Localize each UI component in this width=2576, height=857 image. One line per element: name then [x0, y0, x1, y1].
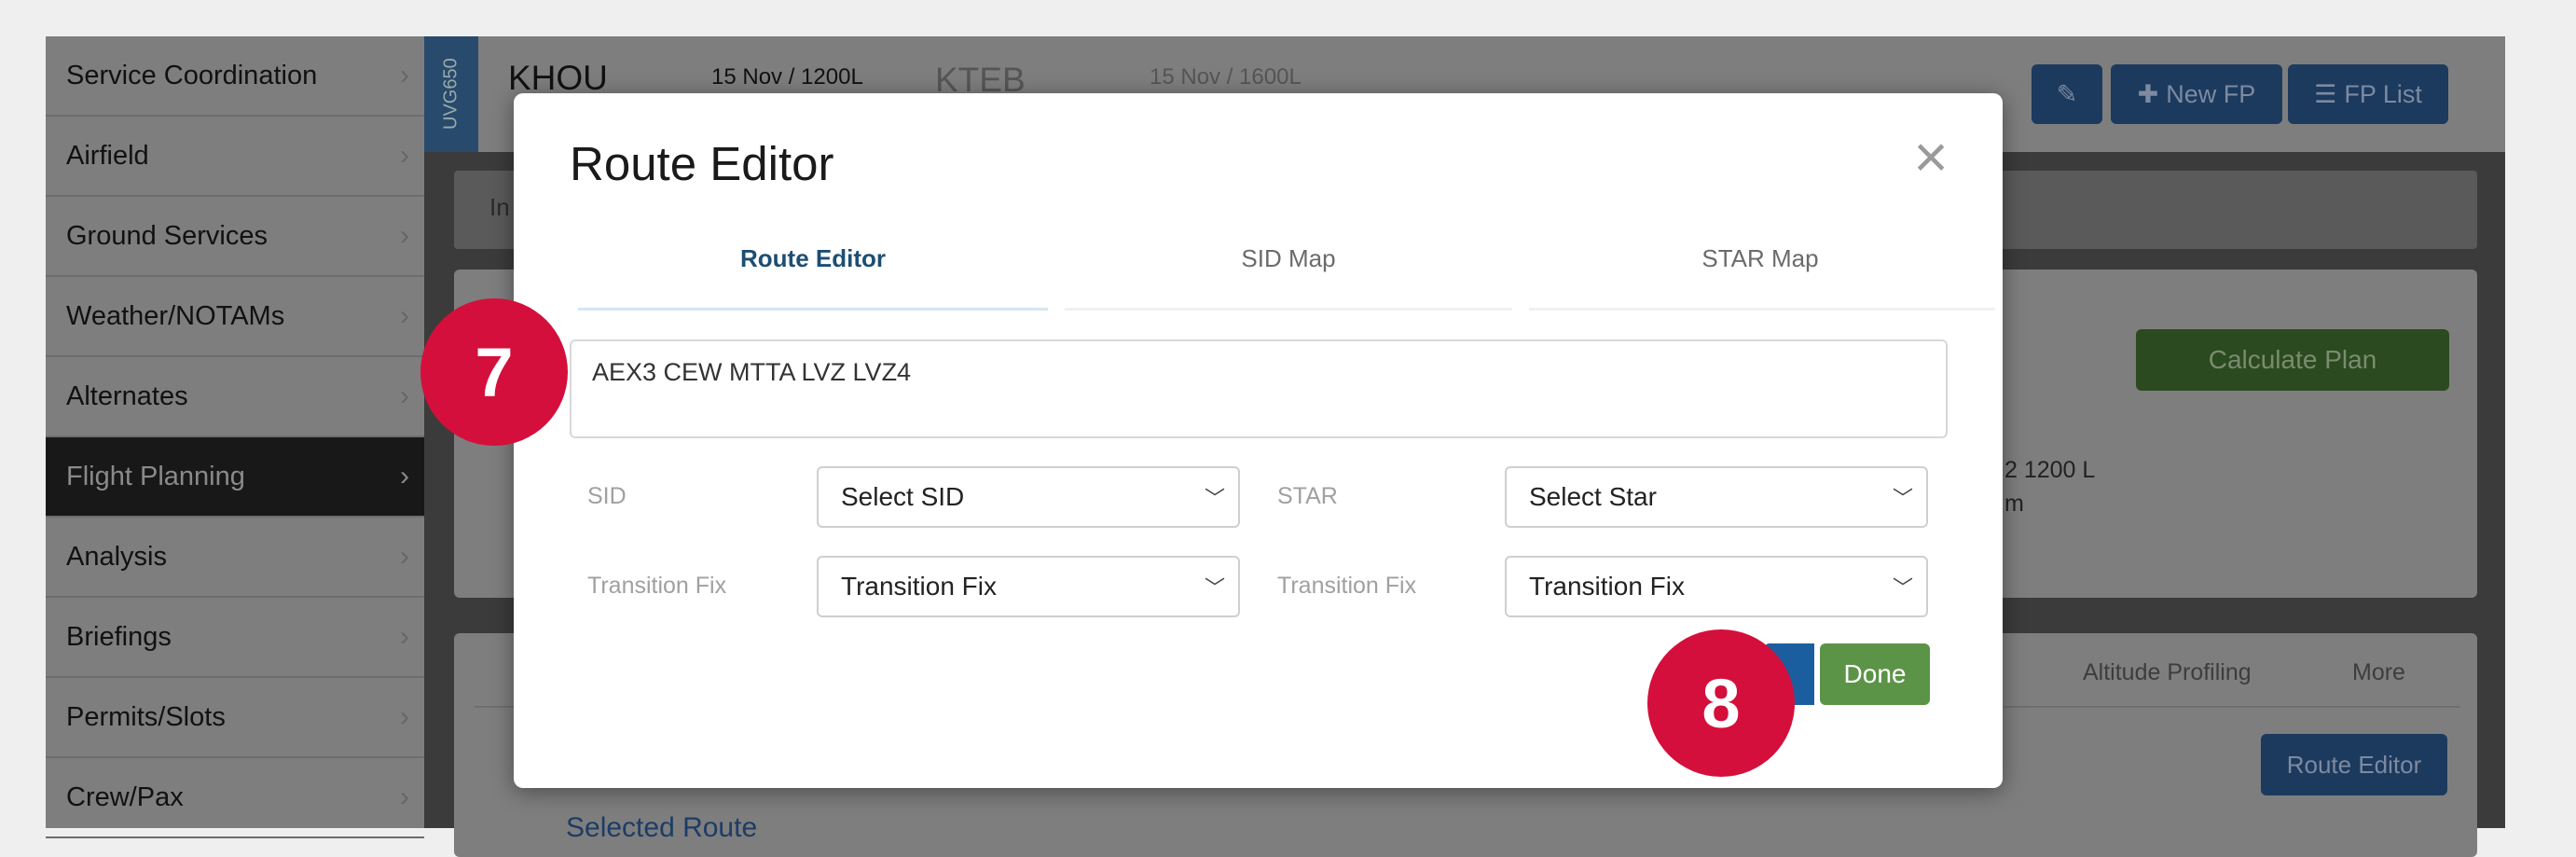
chevron-right-icon: › [400, 220, 409, 251]
sidebar-item-label: Ground Services [66, 220, 268, 251]
star-select-value: Select Star [1529, 482, 1657, 511]
sidebar-item-label: Alternates [66, 380, 188, 411]
tab-more[interactable]: More [2352, 659, 2405, 686]
sid-transition-label: Transition Fix [587, 573, 727, 599]
chevron-right-icon: › [400, 60, 409, 90]
sidebar-item-service-coordination[interactable]: Service Coordination › [46, 36, 424, 117]
tab-underline [1529, 308, 1995, 311]
tab-sid-map[interactable]: SID Map [1055, 244, 1522, 273]
star-transition-value: Transition Fix [1529, 572, 1686, 601]
chevron-right-icon: › [400, 140, 409, 171]
new-fp-label: New FP [2166, 79, 2256, 108]
chevron-right-icon: › [400, 461, 409, 491]
chevron-right-icon: › [400, 621, 409, 652]
list-icon: ☰ [2314, 79, 2337, 108]
plus-icon: ✚ [2137, 79, 2159, 108]
fp-list-button[interactable]: ☰ FP List [2288, 64, 2448, 124]
star-transition-label: Transition Fix [1277, 573, 1417, 599]
tab-altitude-profiling[interactable]: Altitude Profiling [2083, 659, 2252, 686]
step-badge-7: 7 [420, 298, 568, 446]
calculate-plan-button[interactable]: Calculate Plan [2136, 329, 2449, 391]
chevron-right-icon: › [400, 541, 409, 572]
chevron-right-icon: › [400, 380, 409, 411]
sid-transition-select[interactable]: Transition Fix ﹀ [817, 556, 1240, 617]
sidebar-item-label: Flight Planning [66, 461, 245, 491]
info-bar-text: In [489, 193, 510, 221]
chevron-down-icon: ﹀ [1892, 487, 1913, 510]
sid-select[interactable]: Select SID ﹀ [817, 466, 1240, 528]
chevron-right-icon: › [400, 300, 409, 331]
pencil-icon: ✎ [2056, 79, 2078, 108]
chevron-right-icon: › [400, 701, 409, 732]
done-button[interactable]: Done [1820, 643, 1930, 705]
star-label: STAR [1277, 483, 1338, 509]
route-editor-button[interactable]: Route Editor [2261, 734, 2447, 795]
sidebar: Service Coordination › Airfield › Ground S… [46, 36, 424, 838]
sidebar-item-label: Crew/Pax [66, 781, 184, 812]
tab-star-map[interactable]: STAR Map [1527, 244, 1993, 273]
sidebar-item-ground-services[interactable]: Ground Services › [46, 197, 424, 277]
sidebar-item-airfield[interactable]: Airfield › [46, 117, 424, 197]
sidebar-item-label: Briefings [66, 621, 172, 652]
sidebar-item-weather-notams[interactable]: Weather/NOTAMs › [46, 277, 424, 357]
modal-title: Route Editor [570, 137, 834, 190]
sid-select-value: Select SID [841, 482, 965, 511]
sidebar-item-permits-slots[interactable]: Permits/Slots › [46, 678, 424, 758]
sidebar-item-briefings[interactable]: Briefings › [46, 598, 424, 678]
tab-route-editor[interactable]: Route Editor [580, 244, 1046, 273]
chevron-down-icon: ﹀ [1892, 576, 1913, 600]
registration-tab[interactable]: UVG650 [424, 36, 478, 152]
sidebar-item-label: Weather/NOTAMs [66, 300, 285, 331]
new-fp-button[interactable]: ✚ New FP [2111, 64, 2282, 124]
sidebar-item-alternates[interactable]: Alternates › [46, 357, 424, 437]
origin-time: 15 Nov / 1200L [711, 64, 863, 90]
selected-route-heading: Selected Route [566, 812, 758, 843]
sid-transition-value: Transition Fix [841, 572, 998, 601]
sidebar-item-label: Permits/Slots [66, 701, 226, 732]
chevron-right-icon: › [400, 781, 409, 812]
sidebar-item-label: Service Coordination [66, 60, 318, 90]
origin-code: KHOU [508, 59, 608, 97]
sidebar-item-crew-pax[interactable]: Crew/Pax › [46, 758, 424, 838]
chevron-down-icon: ﹀ [1204, 576, 1225, 600]
sidebar-item-flight-planning[interactable]: Flight Planning › [46, 437, 424, 518]
route-text-input[interactable]: AEX3 CEW MTTA LVZ LVZ4 [570, 339, 1948, 438]
star-transition-select[interactable]: Transition Fix ﹀ [1505, 556, 1928, 617]
chevron-down-icon: ﹀ [1204, 487, 1225, 510]
date-fragment: 2 1200 L [2004, 457, 2096, 483]
step-badge-8: 8 [1647, 629, 1795, 777]
fp-list-label: FP List [2344, 79, 2422, 108]
sidebar-item-analysis[interactable]: Analysis › [46, 518, 424, 598]
tab-underline [1065, 308, 1512, 311]
destination-time: 15 Nov / 1600L [1150, 64, 1302, 90]
star-select[interactable]: Select Star ﹀ [1505, 466, 1928, 528]
edit-button[interactable]: ✎ [2032, 64, 2102, 124]
sidebar-item-label: Airfield [66, 140, 149, 171]
close-icon[interactable]: × [1908, 127, 1954, 187]
sidebar-item-label: Analysis [66, 541, 167, 572]
unit-fragment: m [2004, 491, 2024, 517]
active-tab-underline [578, 308, 1048, 311]
sid-label: SID [587, 483, 627, 509]
